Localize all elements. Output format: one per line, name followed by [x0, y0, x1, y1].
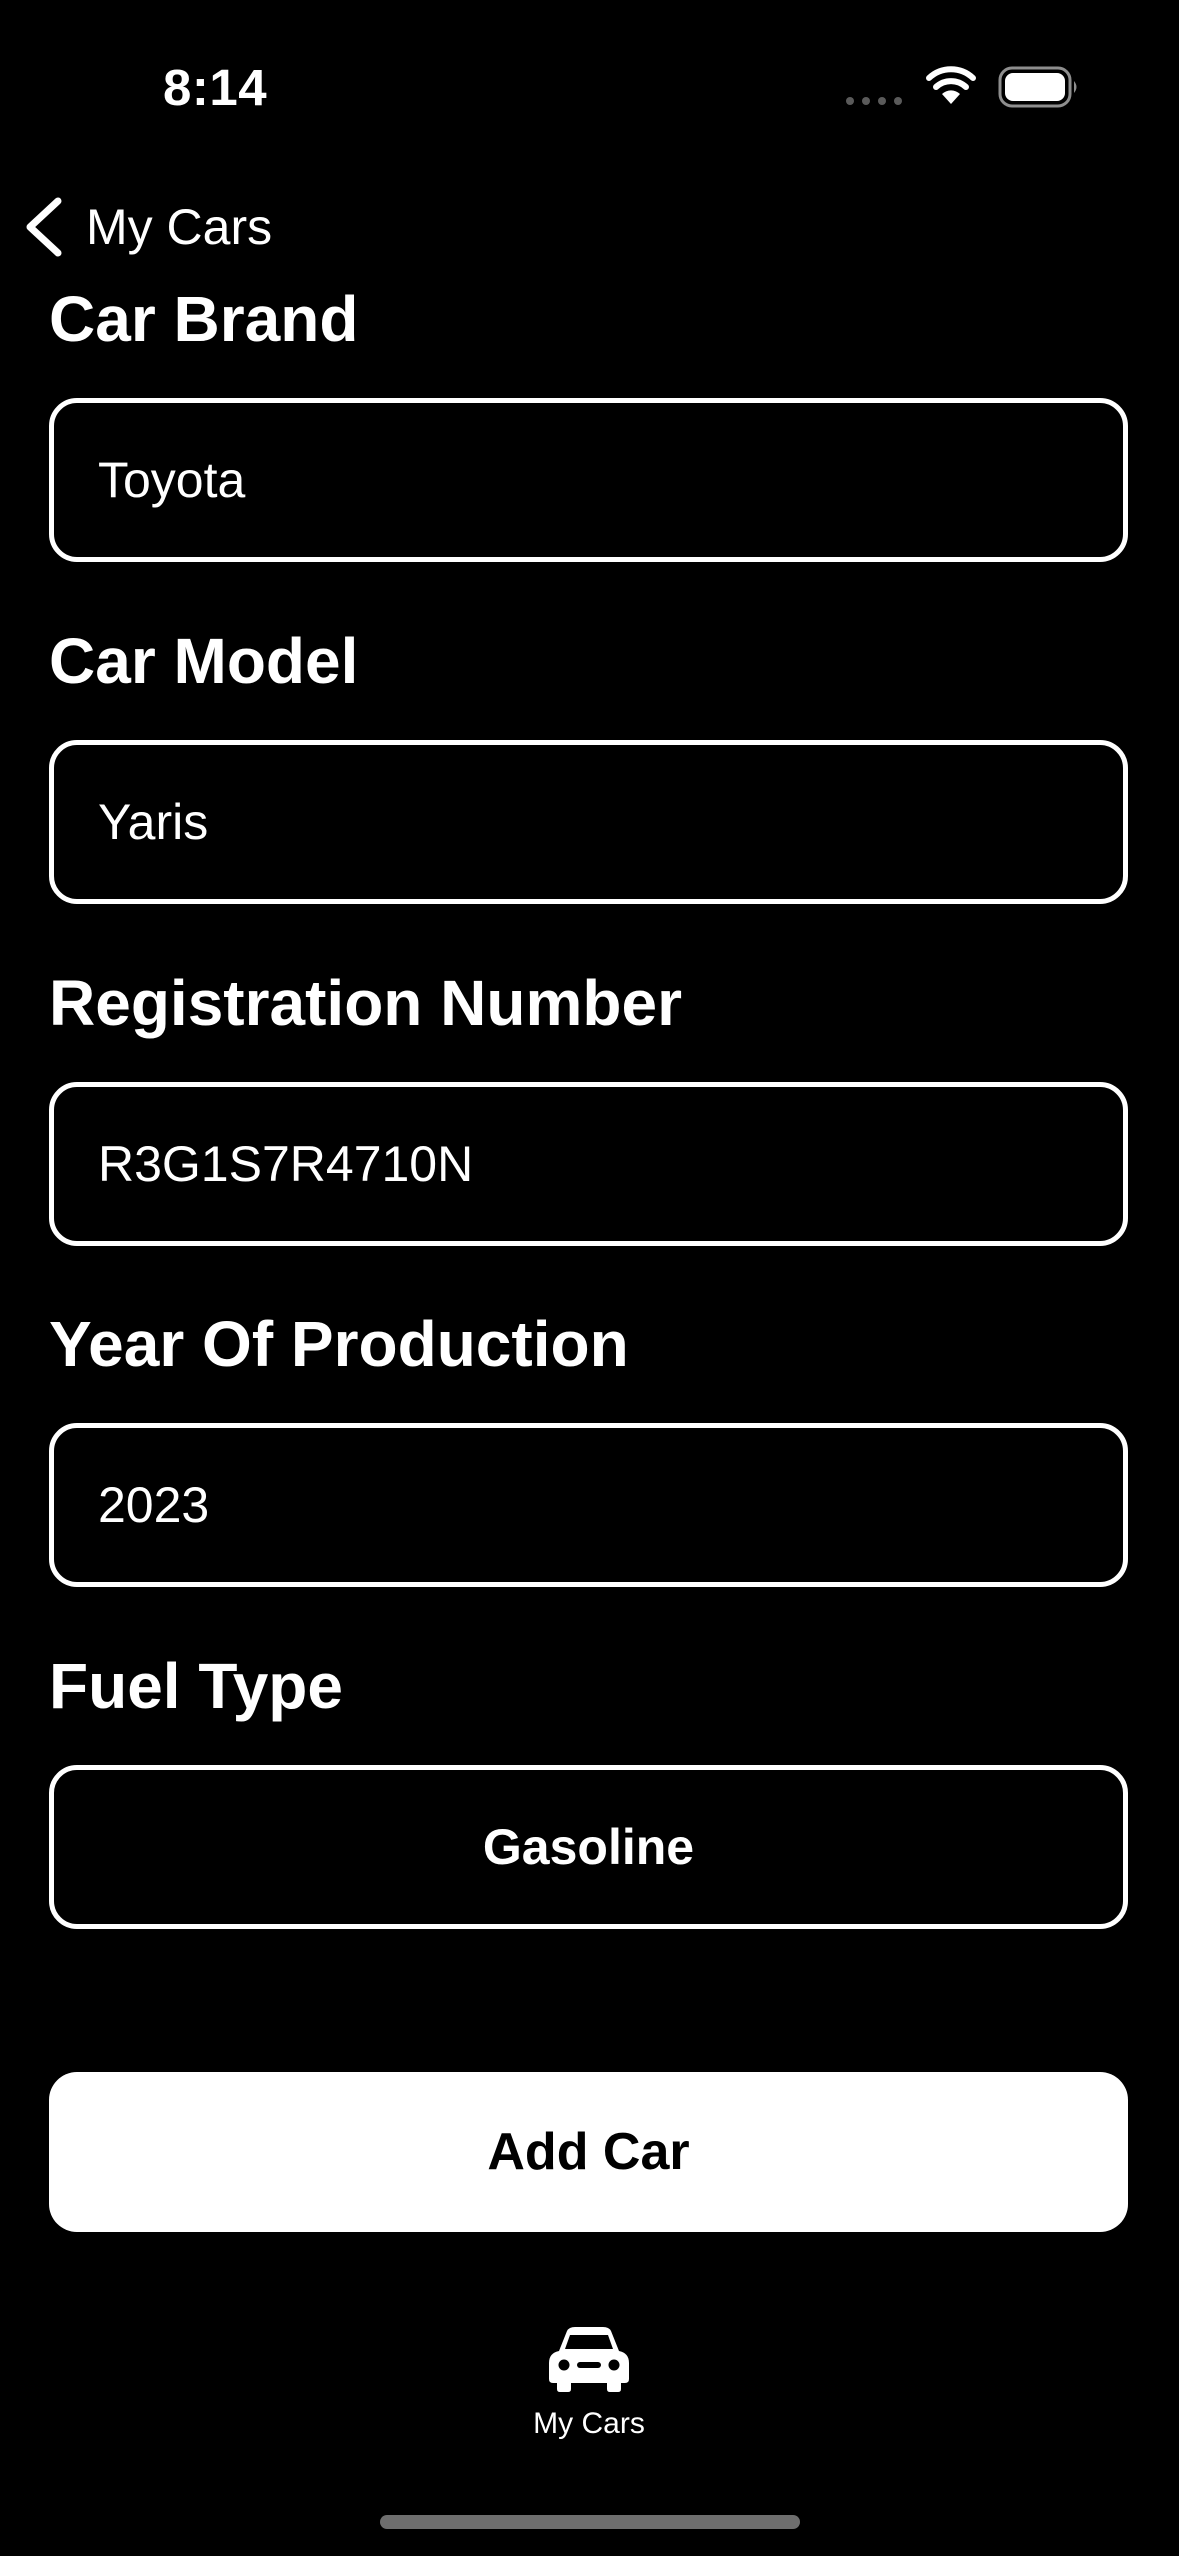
fuel-type-value: Gasoline — [482, 1819, 695, 1875]
cellular-signal-icon — [846, 97, 902, 105]
status-time: 8:14 — [163, 59, 268, 116]
car-model-label: Car Model — [49, 625, 359, 697]
registration-number-input[interactable] — [98, 1135, 1123, 1193]
car-brand-label: Car Brand — [49, 283, 359, 355]
add-car-button[interactable]: Add Car — [49, 2072, 1128, 2232]
fuel-type-label: Fuel Type — [49, 1650, 343, 1722]
car-brand-field-box[interactable] — [49, 398, 1128, 562]
registration-number-field-box[interactable] — [49, 1082, 1128, 1246]
registration-number-label: Registration Number — [49, 967, 682, 1039]
car-brand-input[interactable] — [98, 451, 1123, 509]
year-of-production-field-box[interactable] — [49, 1423, 1128, 1587]
car-model-input[interactable] — [98, 793, 1123, 851]
car-model-field-box[interactable] — [49, 740, 1128, 904]
fuel-type-picker[interactable]: Gasoline — [49, 1765, 1128, 1929]
tab-my-cars-label: My Cars — [533, 2407, 645, 2440]
back-button[interactable]: My Cars — [22, 195, 272, 259]
tab-my-cars[interactable]: My Cars — [489, 2325, 689, 2455]
home-indicator[interactable] — [380, 2515, 800, 2529]
car-icon — [549, 2327, 629, 2392]
chevron-left-icon — [26, 197, 62, 257]
battery-icon — [998, 66, 1077, 108]
year-of-production-label: Year Of Production — [49, 1308, 629, 1380]
back-button-label: My Cars — [86, 199, 273, 255]
year-of-production-input[interactable] — [98, 1476, 1123, 1534]
wifi-icon — [926, 66, 976, 104]
